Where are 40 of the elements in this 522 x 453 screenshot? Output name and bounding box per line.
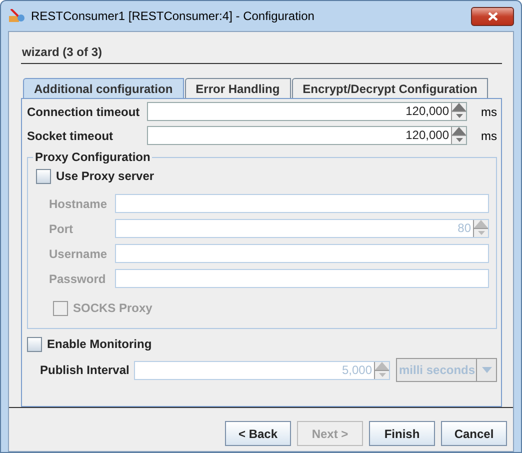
app-icon <box>9 9 25 23</box>
tab[interactable]: Encrypt/Decrypt Configuration <box>292 78 488 98</box>
close-icon <box>488 12 498 20</box>
field-label: Connection timeout <box>27 104 141 118</box>
down-arrow-icon <box>456 136 462 144</box>
wizard-title: wizard (3 of 3) <box>21 32 502 64</box>
input-field[interactable] <box>115 269 489 288</box>
unit-label: ms <box>481 104 497 118</box>
up-arrow-icon <box>375 362 389 370</box>
tab[interactable]: Additional configuration <box>23 78 184 98</box>
up-arrow-icon <box>452 127 466 136</box>
wizard-button[interactable]: Finish <box>369 421 435 446</box>
close-button[interactable] <box>471 6 514 26</box>
down-arrow-icon <box>456 112 462 120</box>
dropdown-arrow-icon <box>482 367 492 373</box>
checkbox-label: SOCKS Proxy <box>73 301 152 315</box>
checkbox-label: Use Proxy server <box>56 169 154 183</box>
tab[interactable]: Error Handling <box>184 78 291 98</box>
field-label: Socket timeout <box>27 128 114 142</box>
field-label: Username <box>48 246 108 260</box>
field-label: Port <box>48 222 74 236</box>
number-spinner[interactable]: 120,000 <box>147 102 467 121</box>
up-arrow-icon <box>474 220 488 229</box>
field-label: Publish Interval <box>39 363 130 377</box>
input-field[interactable] <box>115 194 489 213</box>
checkbox-label: Enable Monitoring <box>47 337 152 351</box>
window-title: RESTConsumer1 [RESTConsumer:4] - Configuration <box>31 9 316 23</box>
group-title: Proxy Configuration <box>34 150 152 164</box>
down-arrow-icon <box>478 229 484 237</box>
field-label: Hostname <box>48 196 108 210</box>
wizard-button[interactable]: Cancel <box>441 421 507 446</box>
field-label: Password <box>48 272 107 286</box>
input-field[interactable] <box>115 244 489 263</box>
up-arrow-icon <box>452 103 466 112</box>
wizard-button[interactable]: < Back <box>225 421 291 446</box>
checkbox[interactable] <box>27 336 42 352</box>
unit-label: ms <box>481 128 497 142</box>
down-arrow-icon <box>378 370 386 378</box>
checkbox[interactable] <box>36 168 51 184</box>
number-spinner[interactable]: 120,000 <box>147 126 467 145</box>
